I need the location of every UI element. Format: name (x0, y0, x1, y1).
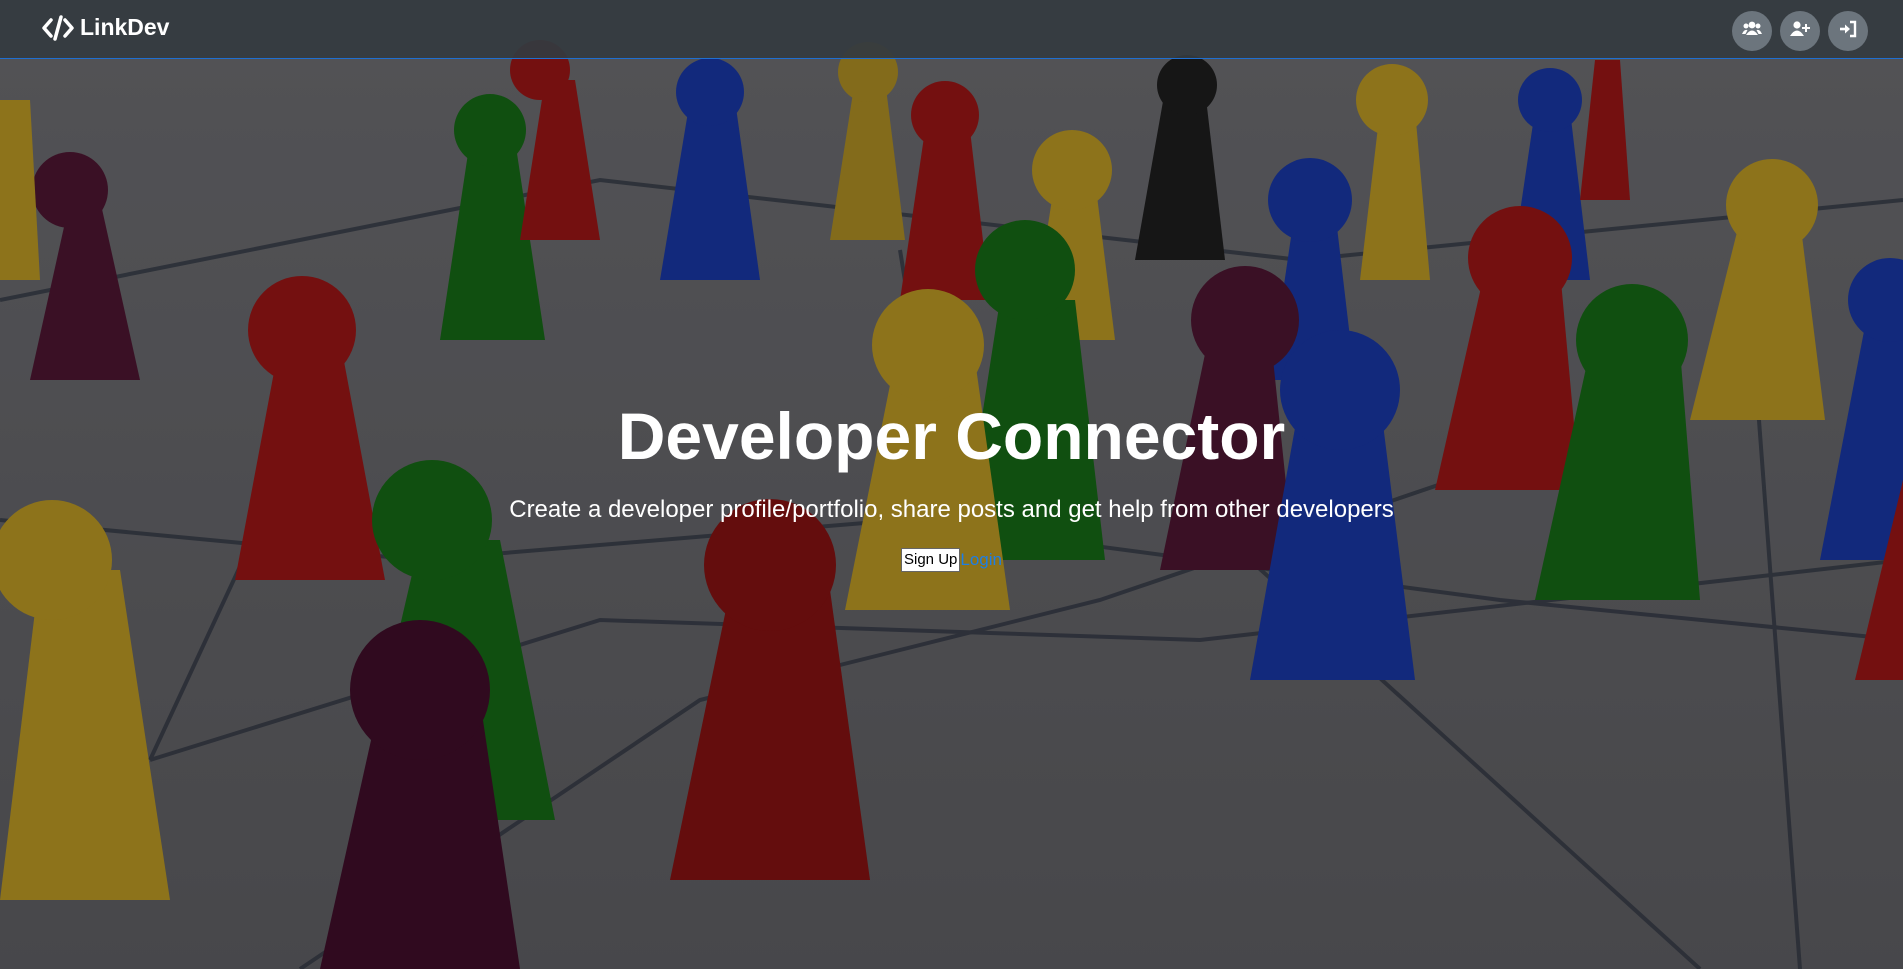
hero-actions: Sign Up Login (0, 548, 1903, 572)
user-plus-icon (1790, 20, 1810, 43)
navbar: LinkDev (0, 0, 1903, 59)
signup-button[interactable]: Sign Up (901, 548, 961, 572)
developers-button[interactable] (1732, 11, 1772, 51)
register-button[interactable] (1780, 11, 1820, 51)
code-icon (42, 14, 74, 41)
brand-link[interactable]: LinkDev (42, 14, 169, 41)
login-nav-button[interactable] (1828, 11, 1868, 51)
users-icon (1742, 20, 1762, 43)
hero-subtitle: Create a developer profile/portfolio, sh… (509, 496, 1394, 523)
hero-section: Developer Connector Create a developer p… (0, 0, 1903, 969)
page-title: Developer Connector (617, 399, 1286, 473)
login-link[interactable]: Login (960, 550, 1002, 570)
navbar-icon-group (1732, 11, 1868, 51)
landing-page: LinkDev Developer Connector Create a dev… (0, 0, 1903, 969)
brand-label: LinkDev (80, 14, 170, 40)
sign-in-icon (1838, 20, 1858, 43)
